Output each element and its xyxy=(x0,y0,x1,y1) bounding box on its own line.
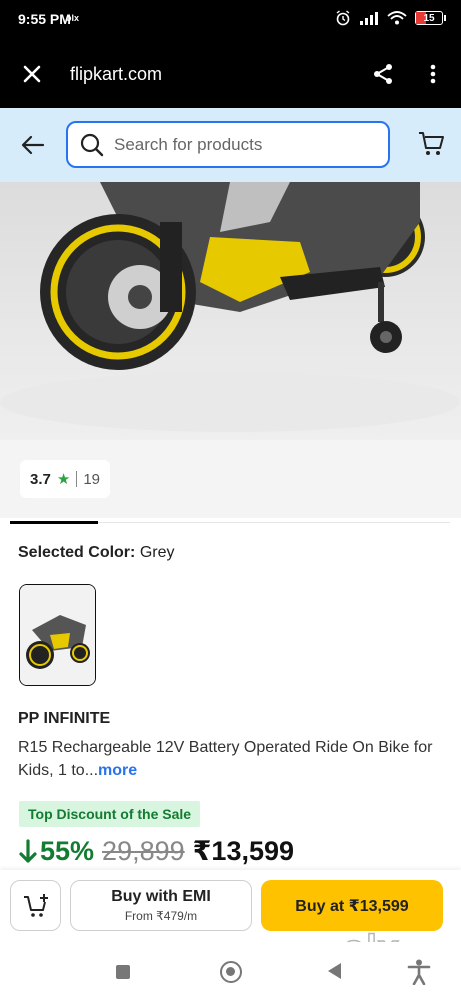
search-input[interactable] xyxy=(114,123,378,166)
search-box[interactable] xyxy=(66,121,390,168)
star-icon: ★ xyxy=(56,471,71,488)
rating-area: 3.7 ★ 19 xyxy=(0,440,461,518)
browser-url: flipkart.com xyxy=(70,64,163,84)
product-title-text: R15 Rechargeable 12V Battery Operated Ri… xyxy=(18,739,433,779)
battery-level: 15 xyxy=(423,12,435,24)
more-vert-icon[interactable] xyxy=(425,62,441,86)
product-image[interactable] xyxy=(0,182,461,440)
system-nav-bar xyxy=(0,942,461,1000)
rating-count: 19 xyxy=(83,470,100,488)
product-brand: PP INFINITE xyxy=(18,710,111,727)
buy-now-button[interactable]: Buy at ₹13,599 xyxy=(261,880,443,931)
emi-subtitle: From ₹479/m xyxy=(124,909,198,923)
back-arrow-icon[interactable] xyxy=(20,132,46,158)
wifi-icon xyxy=(387,11,407,25)
status-icons: 15 xyxy=(335,10,446,26)
selected-color-value: Grey xyxy=(139,544,175,561)
more-link[interactable]: more xyxy=(98,762,137,779)
motorbike-illustration xyxy=(0,182,460,432)
product-title: R15 Rechargeable 12V Battery Operated Ri… xyxy=(18,736,448,782)
emi-title: Buy with EMI xyxy=(111,888,211,905)
discount-percentage: 55% xyxy=(18,836,94,867)
recents-icon[interactable] xyxy=(116,965,130,979)
cart-icon[interactable] xyxy=(417,131,445,157)
accessibility-icon[interactable] xyxy=(407,959,431,985)
nav-back-icon[interactable] xyxy=(328,963,341,979)
rating-chip[interactable]: 3.7 ★ 19 xyxy=(20,460,110,498)
arrow-down-icon xyxy=(19,838,37,863)
alarm-icon xyxy=(336,10,350,26)
discount-badge: Top Discount of the Sale xyxy=(19,801,201,827)
color-option-grey[interactable] xyxy=(19,584,96,686)
buy-with-emi-button[interactable]: Buy with EMI From ₹479/m xyxy=(70,880,252,931)
tab-indicator xyxy=(10,521,98,524)
home-icon[interactable] xyxy=(220,961,242,983)
search-header xyxy=(0,108,461,182)
selected-color-label: Selected Color: xyxy=(18,544,136,561)
final-price: ₹13,599 xyxy=(192,836,295,866)
selected-color: Selected Color: Grey xyxy=(18,544,174,562)
battery-icon: 15 xyxy=(415,11,446,25)
status-notification-label: olx xyxy=(66,13,80,23)
price-row: 55% 29,899 ₹13,599 xyxy=(18,836,294,867)
add-to-cart-button[interactable] xyxy=(10,880,61,931)
mrp-price: 29,899 xyxy=(102,836,185,866)
close-icon[interactable] xyxy=(20,62,44,86)
status-bar: 9:55 PM olx 15 xyxy=(0,0,461,40)
add-to-cart-icon xyxy=(23,893,48,917)
rating-divider xyxy=(76,471,78,487)
browser-toolbar: flipkart.com xyxy=(0,40,461,108)
signal-icon xyxy=(360,12,378,25)
discount-percentage-value: 55% xyxy=(40,836,95,866)
status-time: 9:55 PM xyxy=(18,11,71,27)
search-icon xyxy=(80,133,104,157)
rating-value: 3.7 xyxy=(30,470,51,488)
color-thumb-image xyxy=(20,585,95,685)
share-icon[interactable] xyxy=(371,62,395,86)
